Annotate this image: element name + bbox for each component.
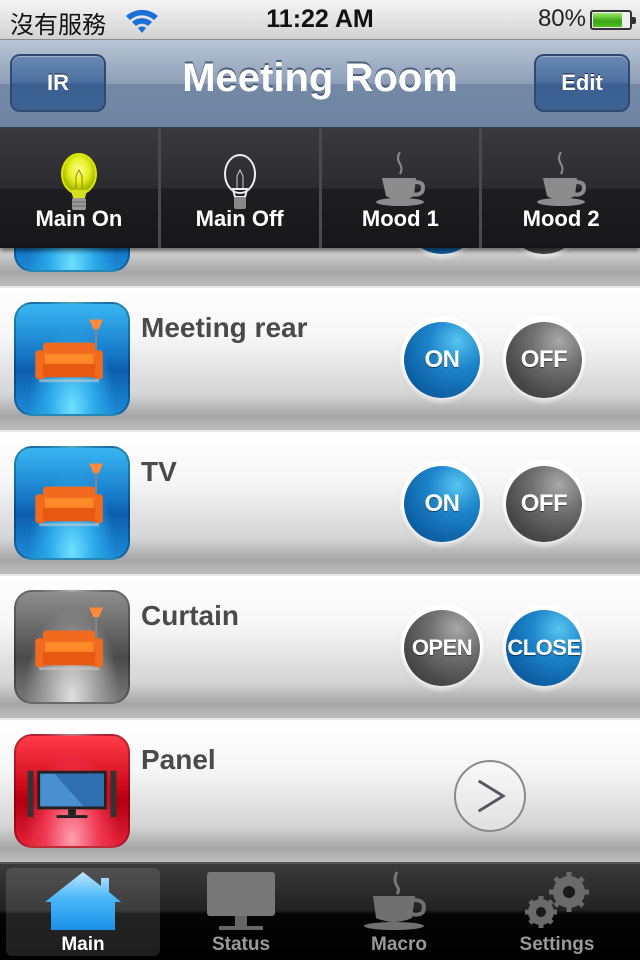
device-row-curtain: Curtain OPEN CLOSE [0,574,640,718]
wifi-icon [126,9,158,33]
sofa-icon[interactable] [14,590,130,704]
chevron-right-button[interactable] [454,760,526,832]
device-title: TV [141,456,177,487]
device-title: Meeting rear [141,312,308,343]
open-button[interactable]: OPEN [398,604,486,692]
chevron-right-icon [477,779,506,813]
scene-label: Main Off [195,206,284,231]
device-row-meeting-rear: Meeting rear ON OFF [0,286,640,430]
device-row-tv: TV ON OFF [0,430,640,574]
device-title: Curtain [141,600,239,631]
on-button[interactable]: ON [398,248,486,260]
tab-status[interactable]: Status [164,868,318,956]
sofa-icon[interactable] [14,302,130,416]
edit-button[interactable]: Edit [534,54,630,112]
on-button[interactable]: ON [398,460,486,548]
carrier-label: 沒有服務 [10,11,106,39]
scene-main-on[interactable]: Main On [0,128,161,248]
tab-macro[interactable]: Macro [322,868,476,956]
device-row-partial: ON OFF [0,248,640,286]
off-button[interactable]: OFF [500,316,588,404]
tab-label: Main [61,934,105,955]
status-bar: 沒有服務 11:22 AM 80% [0,0,640,40]
navigation-bar: IR Meeting Room Edit [0,40,640,128]
off-button[interactable]: OFF [500,460,588,548]
monitor-icon [207,872,275,930]
tab-label: Macro [371,934,427,955]
home-icon [45,872,121,930]
off-button[interactable]: OFF [500,248,588,260]
gears-icon [525,872,589,928]
scene-mood-1[interactable]: Mood 1 [322,128,483,248]
device-row-panel: Panel [0,718,640,862]
device-list[interactable]: ON OFF Meeting rear ON OFF TV ON OFF Cur… [0,248,640,862]
battery-percent: 80% [537,5,586,32]
close-button[interactable]: CLOSE [500,604,588,692]
battery-icon [590,10,636,30]
scene-mood-2[interactable]: Mood 2 [482,128,640,248]
tab-bar: Main Status Macro Settings [0,862,640,960]
sofa-icon[interactable] [14,248,130,272]
tv-icon[interactable] [14,734,130,848]
coffee-cup-icon [364,871,426,930]
scene-label: Mood 1 [361,206,439,231]
scene-label: Main On [35,206,123,231]
tab-label: Settings [519,934,595,955]
on-button[interactable]: ON [398,316,486,404]
ir-button[interactable]: IR [10,54,106,112]
battery-level [593,13,622,27]
tab-settings[interactable]: Settings [480,868,634,956]
tab-main[interactable]: Main [6,868,160,956]
device-title: Panel [141,744,216,775]
scene-label: Mood 2 [522,206,600,231]
scene-bar: Main On Main Off Mood 1 Mood 2 [0,128,640,248]
sofa-icon[interactable] [14,446,130,560]
tab-label: Status [211,934,271,955]
scene-main-off[interactable]: Main Off [161,128,322,248]
